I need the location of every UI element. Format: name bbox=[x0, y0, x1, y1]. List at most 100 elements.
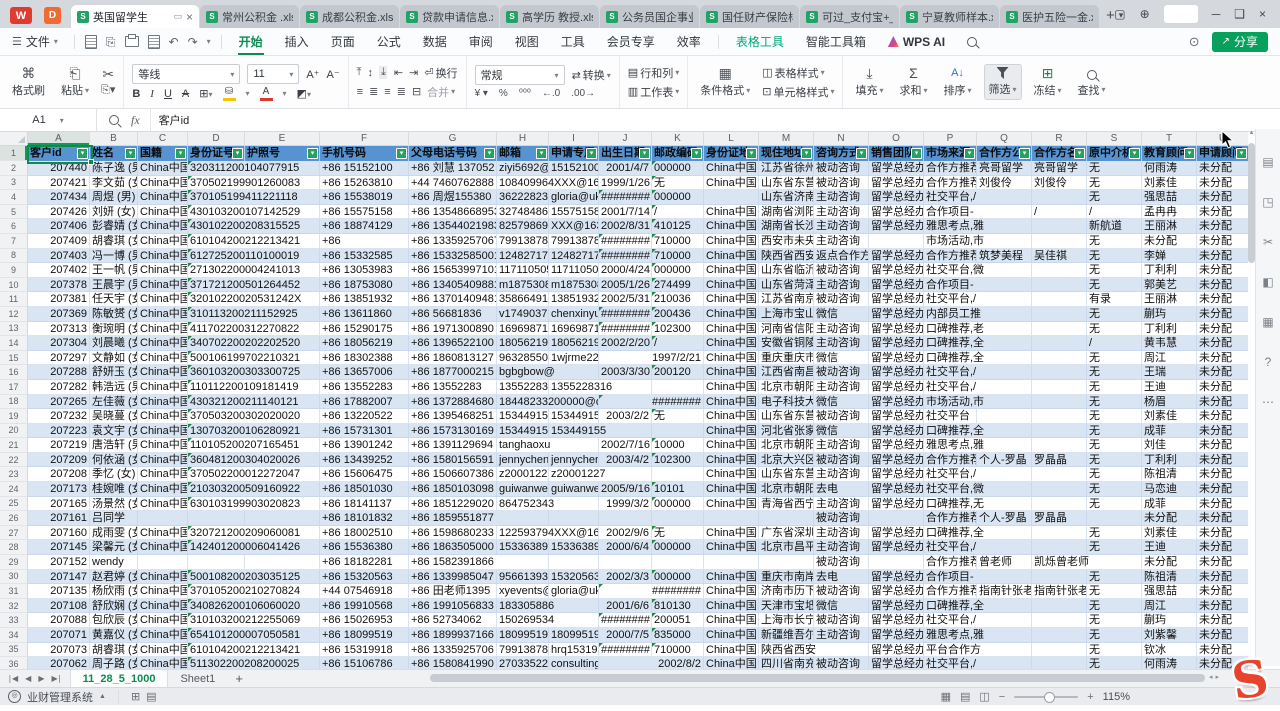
cell-T9[interactable]: 丁利利 bbox=[1142, 263, 1197, 278]
cell-L24[interactable]: China中国 bbox=[704, 482, 759, 497]
cell-M20[interactable]: 河北省张家 bbox=[759, 424, 814, 439]
cell-T14[interactable]: 黄韦慧 bbox=[1142, 336, 1197, 351]
cell-D33[interactable]: 310103200212255069 bbox=[188, 613, 320, 628]
cell-B35[interactable]: 胡睿琪 (女 bbox=[90, 643, 138, 658]
cell-F33[interactable]: +86 15026953 bbox=[320, 613, 409, 628]
cell-C21[interactable]: China中国 bbox=[138, 438, 188, 453]
cell-R35[interactable] bbox=[1032, 643, 1087, 658]
cell-R25[interactable] bbox=[1032, 497, 1087, 512]
cell-J14[interactable]: 2002/2/20 bbox=[599, 336, 652, 351]
cell-O36[interactable]: 留学总经办 bbox=[869, 657, 924, 669]
cell-A6[interactable]: 207406 bbox=[28, 219, 90, 234]
cell-B15[interactable]: 文静如 (女 bbox=[90, 351, 138, 366]
cell-J2[interactable]: 2001/4/7 bbox=[599, 161, 652, 176]
cell-T18[interactable]: 杨眉 bbox=[1142, 395, 1197, 410]
row-number-1[interactable]: 1 bbox=[0, 146, 28, 161]
cell-S15[interactable]: 无 bbox=[1087, 351, 1142, 366]
cell-I20[interactable]: 153449155 bbox=[549, 424, 652, 439]
cell-L25[interactable]: China中国 bbox=[704, 497, 759, 512]
cell-H17[interactable]: 135522838 bbox=[497, 380, 549, 395]
document-tab[interactable]: S常州公积金 .xlsx bbox=[200, 5, 299, 28]
decrease-indent-icon[interactable]: ⇤ bbox=[394, 66, 402, 79]
column-letter-R[interactable]: R bbox=[1032, 132, 1087, 146]
cell-O13[interactable]: 留学总经办 bbox=[869, 322, 924, 337]
cell-N3[interactable]: 被动咨询 bbox=[814, 176, 869, 191]
cell-B2[interactable]: 陈子逸 (男 bbox=[90, 161, 138, 176]
cell-H13[interactable]: 169698712 bbox=[497, 322, 549, 337]
cell-O11[interactable]: 留学总经办 bbox=[869, 292, 924, 307]
cell-P3[interactable]: 合作方推荐 bbox=[924, 176, 977, 191]
cell-T6[interactable]: 王丽淋 bbox=[1142, 219, 1197, 234]
cell-H2[interactable]: ziyi5692@q bbox=[497, 161, 549, 176]
cell-K2[interactable]: 000000 bbox=[652, 161, 704, 176]
cell-C34[interactable]: China中国 bbox=[138, 628, 188, 643]
cell-P25[interactable]: 口碑推荐,无 bbox=[924, 497, 1032, 512]
cell-A8[interactable]: 207403 bbox=[28, 249, 90, 264]
cell-N2[interactable]: 被动咨询 bbox=[814, 161, 869, 176]
column-letter-M[interactable]: M bbox=[759, 132, 814, 146]
document-tab[interactable]: S成都公积金.xlsx bbox=[300, 5, 399, 28]
cell-C10[interactable]: China中国 bbox=[138, 278, 188, 293]
cell-K5[interactable]: / bbox=[652, 205, 704, 220]
cell-G27[interactable]: +86 1598680233 bbox=[409, 526, 497, 541]
cell-J26[interactable] bbox=[599, 511, 652, 526]
cell-K34[interactable]: 835000 bbox=[652, 628, 704, 643]
comma-style-button[interactable]: ⁰⁰⁰ bbox=[519, 88, 531, 99]
cell-F4[interactable]: +86 15538019 bbox=[320, 190, 409, 205]
cell-I13[interactable]: 169698712 bbox=[549, 322, 599, 337]
row-number-34[interactable]: 34 bbox=[0, 628, 28, 643]
cell-J22[interactable]: 2003/4/2 bbox=[599, 453, 652, 468]
cell-E26[interactable] bbox=[245, 511, 320, 526]
cell-I24[interactable]: guiwanwei bbox=[549, 482, 599, 497]
skin-icon[interactable]: ⊕ bbox=[1140, 8, 1150, 20]
close-icon[interactable]: × bbox=[186, 10, 193, 24]
cell-L5[interactable]: China中国 bbox=[704, 205, 759, 220]
cell-T17[interactable]: 王迪 bbox=[1142, 380, 1197, 395]
wps-ai-button[interactable]: WPS AI bbox=[877, 28, 956, 55]
cell-U19[interactable]: 未分配 bbox=[1197, 409, 1248, 424]
column-letter-L[interactable]: L bbox=[704, 132, 759, 146]
filter-dropdown-icon[interactable]: ▾ bbox=[1019, 148, 1030, 159]
borders-button[interactable]: ⊞▾ bbox=[199, 87, 212, 100]
cell-L31[interactable]: China中国 bbox=[704, 584, 759, 599]
cell-E29[interactable] bbox=[245, 555, 320, 570]
cell-F19[interactable]: +86 13220522 bbox=[320, 409, 409, 424]
cell-D4[interactable]: 370105199411221118 bbox=[188, 190, 320, 205]
cell-I15[interactable]: 1wjrme221 bbox=[549, 351, 599, 366]
cell-L23[interactable]: China中国 bbox=[704, 467, 759, 482]
cell-G6[interactable]: +86 13544021983 bbox=[409, 219, 497, 234]
cell-I17[interactable]: 1355228316 bbox=[549, 380, 652, 395]
filter-dropdown-icon[interactable]: ▾ bbox=[232, 148, 243, 159]
cell-J34[interactable]: 2000/7/5 bbox=[599, 628, 652, 643]
menu-tab-插入[interactable]: 插入 bbox=[274, 28, 320, 55]
avatar[interactable] bbox=[1164, 5, 1198, 23]
cell-N31[interactable]: 被动咨询 bbox=[814, 584, 869, 599]
cell-L10[interactable]: China中国 bbox=[704, 278, 759, 293]
cell-J9[interactable]: 2000/4/24 bbox=[599, 263, 652, 278]
cell-O8[interactable]: 留学总经办 bbox=[869, 249, 924, 264]
cell-S30[interactable]: 无 bbox=[1087, 570, 1142, 585]
find-button[interactable]: 查找▾ bbox=[1074, 65, 1110, 100]
font-color-button[interactable]: A bbox=[260, 87, 273, 100]
document-tab[interactable]: S宁夏教师样本.xlsx bbox=[900, 5, 999, 28]
cell-H28[interactable]: 153363896 bbox=[497, 540, 549, 555]
file-menu[interactable]: ☰ 文件 ▾ bbox=[0, 33, 68, 50]
cell-A26[interactable]: 207161 bbox=[28, 511, 90, 526]
cell-D36[interactable]: 511302200208200025 bbox=[188, 657, 320, 669]
cell-N8[interactable]: 返点合作方 bbox=[814, 249, 869, 264]
cell-D19[interactable]: 370503200302020020 bbox=[188, 409, 320, 424]
chevron-down-icon[interactable]: ▾ bbox=[207, 37, 211, 46]
break-view-icon[interactable]: ◫ bbox=[979, 690, 989, 703]
row-number-12[interactable]: 12 bbox=[0, 307, 28, 322]
cell-S8[interactable]: 无 bbox=[1087, 249, 1142, 264]
menu-tab-开始[interactable]: 开始 bbox=[228, 28, 274, 55]
cell-A5[interactable]: 207426 bbox=[28, 205, 90, 220]
cell-D9[interactable]: 271302200004241013 bbox=[188, 263, 320, 278]
cell-M19[interactable]: 山东省东营 bbox=[759, 409, 814, 424]
cell-M9[interactable]: 山东省临沂 bbox=[759, 263, 814, 278]
pane-icon[interactable]: ▤ bbox=[1262, 155, 1273, 169]
cell-F29[interactable]: +86 18182281 bbox=[320, 555, 409, 570]
wps-logo-icon[interactable]: W bbox=[10, 7, 32, 24]
cell-S16[interactable]: 无 bbox=[1087, 365, 1142, 380]
menu-tab-表格工具[interactable]: 表格工具 bbox=[725, 28, 795, 55]
